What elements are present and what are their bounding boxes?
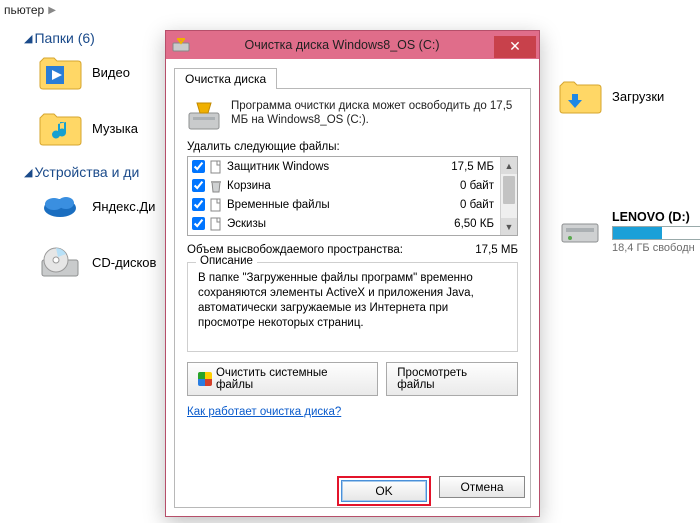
file-icon	[209, 217, 223, 231]
view-files-button[interactable]: Просмотреть файлы	[386, 362, 518, 396]
scroll-down-icon[interactable]: ▼	[501, 218, 517, 235]
close-icon: ✕	[509, 38, 521, 55]
list-item[interactable]: Эскизы6,50 КБ	[188, 214, 500, 233]
intro-text: Программа очистки диска может освободить…	[231, 99, 518, 128]
breadcrumb[interactable]: пьютер ▶	[0, 0, 700, 20]
list-item-checkbox[interactable]	[192, 198, 205, 211]
disk-cleanup-dialog: Очистка диска Windows8_OS (C:) ✕ Очистка…	[165, 30, 540, 517]
ok-button[interactable]: OK	[341, 480, 427, 502]
folder-item-downloads[interactable]: Загрузки	[558, 76, 698, 116]
section-devices-header[interactable]: ◢ Устройства и ди	[24, 164, 164, 180]
folder-item-video[interactable]: Видео	[38, 52, 164, 92]
section-devices-title: Устройства и ди	[34, 164, 139, 180]
device-item-cddrive[interactable]: CD-дисков	[38, 242, 164, 282]
folder-label: Загрузки	[612, 89, 664, 104]
list-item-size: 17,5 МБ	[451, 161, 496, 173]
collapse-icon: ◢	[24, 32, 32, 45]
list-item-name: Защитник Windows	[227, 161, 451, 173]
list-item-name: Эскизы	[227, 218, 454, 230]
close-button[interactable]: ✕	[494, 36, 536, 58]
list-item-name: Корзина	[227, 180, 460, 192]
list-item[interactable]: Временные файлы0 байт	[188, 195, 500, 214]
list-item-checkbox[interactable]	[192, 160, 205, 173]
folder-item-yadisk[interactable]: Яндекс.Ди	[38, 186, 164, 226]
files-listbox: Защитник Windows17,5 МБКорзина0 байтВрем…	[187, 156, 518, 236]
list-item-size: 6,50 КБ	[454, 218, 496, 230]
list-item-size: 0 байт	[460, 199, 496, 211]
list-item-checkbox[interactable]	[192, 217, 205, 230]
cd-drive-icon	[38, 242, 82, 282]
folder-label: Музыка	[92, 121, 138, 136]
disk-cleanup-large-icon	[187, 99, 221, 133]
file-icon	[209, 198, 223, 212]
description-group: Описание В папке "Загруженные файлы прог…	[187, 262, 518, 352]
downloads-folder-icon	[558, 76, 602, 116]
music-folder-icon	[38, 108, 82, 148]
cancel-button[interactable]: Отмена	[439, 476, 525, 498]
scroll-thumb[interactable]	[503, 176, 515, 204]
list-item[interactable]: Защитник Windows17,5 МБ	[188, 157, 500, 176]
drive-item-lenovo[interactable]: LENOVO (D:) 18,4 ГБ свободн	[558, 208, 698, 254]
total-space-value: 17,5 МБ	[475, 244, 518, 256]
folder-label: CD-дисков	[92, 255, 156, 270]
list-item-checkbox[interactable]	[192, 179, 205, 192]
drive-free-space: 18,4 ГБ свободн	[612, 242, 700, 254]
tab-panel: Программа очистки диска может освободить…	[174, 88, 531, 508]
drive-name: LENOVO (D:)	[612, 210, 700, 224]
hard-drive-icon	[558, 208, 602, 248]
chevron-right-icon: ▶	[48, 5, 56, 16]
drive-usage-bar	[612, 226, 700, 240]
dialog-titlebar[interactable]: Очистка диска Windows8_OS (C:) ✕	[166, 31, 539, 59]
collapse-icon: ◢	[24, 166, 32, 179]
description-legend: Описание	[196, 255, 257, 267]
clean-system-files-button[interactable]: Очистить системные файлы	[187, 362, 378, 396]
scrollbar[interactable]: ▲ ▼	[500, 157, 517, 235]
disk-cleanup-icon	[172, 37, 190, 53]
annotation-ok-highlight: OK	[337, 476, 431, 506]
scroll-up-icon[interactable]: ▲	[501, 157, 517, 174]
folder-label: Видео	[92, 65, 130, 80]
description-text: В папке "Загруженные файлы программ" вре…	[198, 271, 507, 341]
list-item-name: Временные файлы	[227, 199, 460, 211]
file-icon	[209, 160, 223, 174]
video-folder-icon	[38, 52, 82, 92]
files-list-label: Удалить следующие файлы:	[187, 141, 518, 153]
section-folders-title: Папки (6)	[34, 30, 94, 46]
how-it-works-link[interactable]: Как работает очистка диска?	[187, 406, 341, 418]
tab-disk-cleanup[interactable]: Очистка диска	[174, 68, 277, 89]
folder-item-music[interactable]: Музыка	[38, 108, 164, 148]
recycle-bin-icon	[209, 179, 223, 193]
cloud-disk-icon	[38, 186, 82, 226]
breadcrumb-text: пьютер	[4, 3, 44, 17]
list-item[interactable]: Корзина0 байт	[188, 176, 500, 195]
list-item-size: 0 байт	[460, 180, 496, 192]
dialog-title: Очистка диска Windows8_OS (C:)	[194, 38, 494, 52]
folder-label: Яндекс.Ди	[92, 199, 155, 214]
section-folders-header[interactable]: ◢ Папки (6)	[24, 30, 164, 46]
